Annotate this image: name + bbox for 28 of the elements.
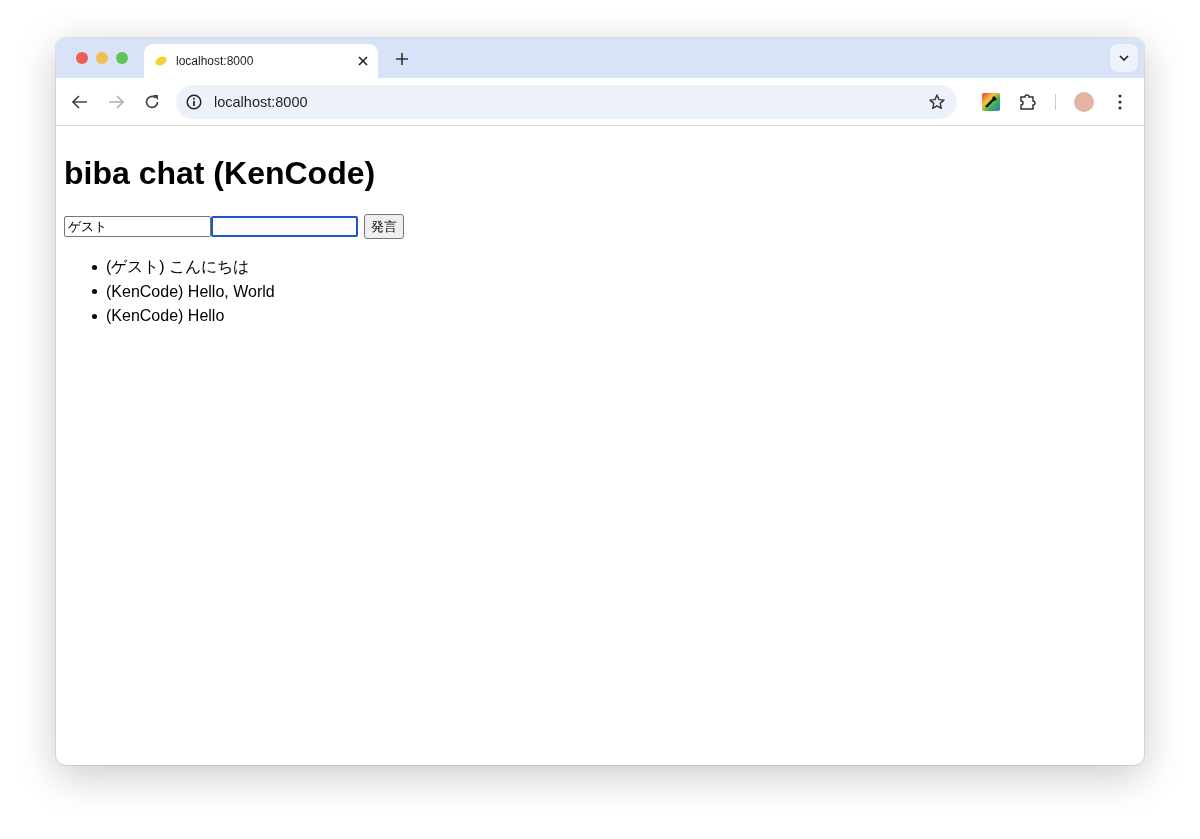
close-icon[interactable]: [358, 56, 368, 66]
post-button[interactable]: 発言: [364, 214, 404, 239]
name-field[interactable]: ゲスト: [64, 216, 211, 237]
tab-list-button[interactable]: [1110, 44, 1138, 72]
bullet-icon: [92, 264, 97, 270]
bullet-icon: [92, 289, 97, 295]
close-window-icon[interactable]: [76, 52, 88, 64]
page-heading: biba chat (KenCode): [64, 155, 376, 192]
eyedropper-icon[interactable]: [982, 92, 1000, 111]
star-icon[interactable]: [929, 93, 945, 110]
lemon-icon: [154, 55, 168, 67]
browser-tab[interactable]: localhost:8000: [144, 44, 378, 78]
tab-title: localhost:8000: [176, 54, 255, 68]
address-bar[interactable]: localhost:8000: [176, 84, 957, 119]
puzzle-icon[interactable]: [1018, 92, 1036, 111]
chat-message: (KenCode) Hello: [106, 307, 225, 326]
reload-icon: [144, 93, 160, 110]
chat-message: (ゲスト) こんにちは: [106, 256, 250, 277]
forward-arrow-icon: [108, 94, 124, 109]
bullet-icon: [92, 313, 97, 319]
plus-icon: [396, 53, 408, 65]
more-menu-icon[interactable]: [1118, 93, 1122, 110]
chevron-down-icon: [1119, 55, 1129, 61]
message-field[interactable]: [211, 216, 358, 237]
url-text: localhost:8000: [214, 93, 309, 110]
info-icon: [186, 93, 202, 110]
chat-message: (KenCode) Hello, World: [106, 282, 275, 301]
back-arrow-icon: [72, 94, 88, 109]
